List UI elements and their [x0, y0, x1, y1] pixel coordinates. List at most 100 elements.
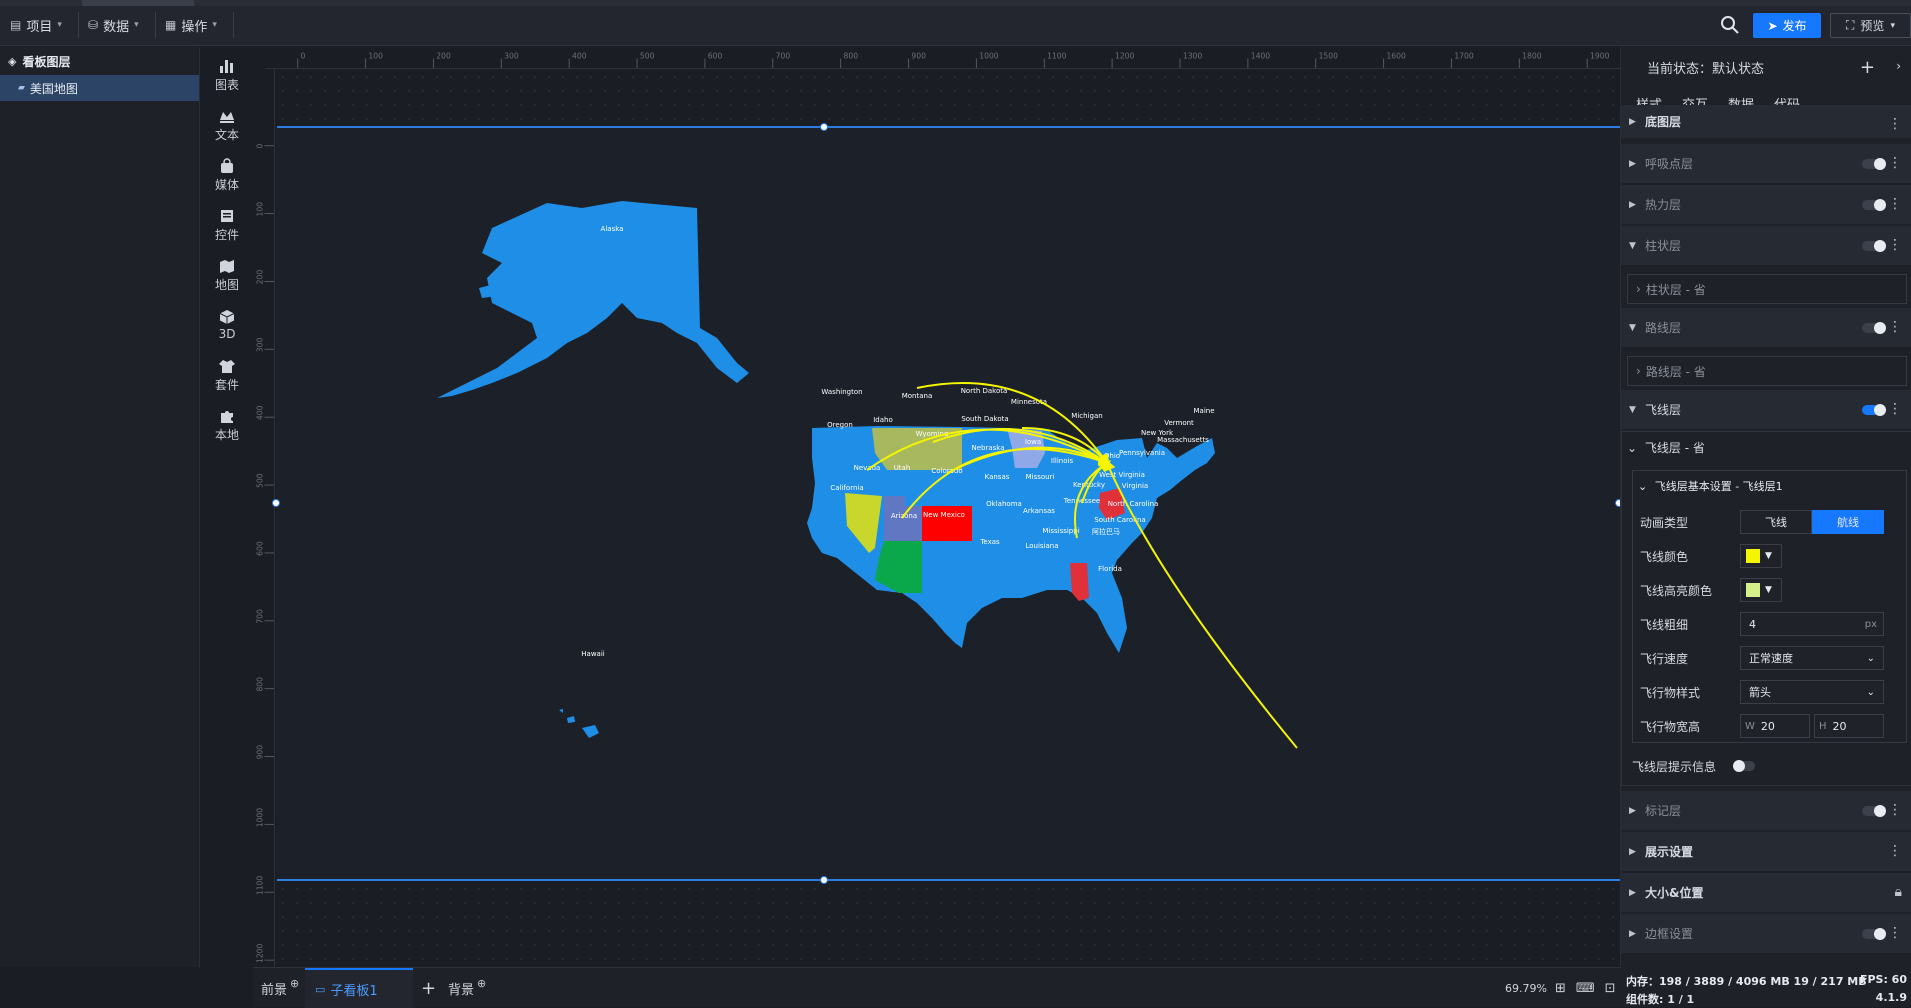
search-icon[interactable] [1718, 13, 1742, 37]
publish-button[interactable]: ➤ 发布 [1753, 13, 1821, 38]
tool-text[interactable]: 文本 [201, 103, 253, 147]
section-display-settings[interactable]: ▶ 展示设置 ⋮ [1621, 832, 1911, 872]
section-border-settings[interactable]: ▶ 边框设置 ⋮ [1621, 914, 1911, 954]
caret-down-icon: ▼ [1629, 240, 1636, 251]
subsection-route-province[interactable]: › 路线层 - 省 [1627, 356, 1907, 386]
operate-menu[interactable]: ▦ 操作 ▾ [165, 14, 217, 36]
fly-basic-header[interactable]: ⌄ 飞线层基本设置 - 飞线层1 [1638, 478, 1783, 494]
subsection-column-province[interactable]: › 柱状层 - 省 [1627, 274, 1907, 304]
section-label: 热力层 [1645, 198, 1682, 212]
chevron-down-icon: ▾ [212, 20, 217, 30]
resize-handle-bottom[interactable] [820, 876, 828, 884]
state-label: Arkansas [1023, 507, 1055, 515]
tab-foreground[interactable]: 前景 ⊕ [261, 968, 299, 1008]
layer-toggle[interactable] [1862, 404, 1886, 416]
lock-icon[interactable]: 🔒︎ [1895, 884, 1902, 900]
more-icon[interactable]: ⋮ [1888, 401, 1902, 417]
layer-toggle[interactable] [1862, 240, 1886, 252]
tab-background[interactable]: 背景 ⊕ [448, 968, 486, 1008]
more-icon[interactable]: ⋮ [1888, 196, 1902, 212]
more-icon[interactable]: ⋮ [1888, 116, 1902, 132]
map-board[interactable]: Alaska Hawaii Washington Montana North Dakot… [272, 123, 1623, 884]
add-circle-icon[interactable]: ⊕ [477, 977, 486, 990]
fly-height-size-input[interactable]: H 20 [1814, 714, 1884, 738]
tool-3d[interactable]: 3D [201, 303, 253, 347]
more-icon[interactable]: ⋮ [1888, 319, 1902, 335]
state-label: Mississippi [1042, 527, 1079, 535]
tool-local[interactable]: 本地 [201, 403, 253, 447]
fly-speed-select[interactable]: 正常速度 ⌄ [1740, 646, 1884, 670]
state-alaska[interactable] [437, 201, 749, 398]
tool-control[interactable]: 控件 [201, 203, 253, 247]
ruler-label: 800 [844, 51, 859, 60]
ruler-label: 400 [256, 405, 265, 420]
fly-width-size-input[interactable]: W 20 [1740, 714, 1810, 738]
state-label: Virginia [1122, 482, 1148, 490]
tool-map[interactable]: 地图 [201, 253, 253, 297]
tool-label: 媒体 [214, 177, 239, 192]
chevron-down-icon: ▾ [57, 20, 62, 30]
state-alabama[interactable] [1070, 563, 1089, 601]
layer-toggle[interactable] [1862, 158, 1886, 170]
tool-kit[interactable]: 套件 [201, 353, 253, 397]
fly-size-label: 飞行物宽高 [1640, 719, 1701, 734]
anim-option-fly[interactable]: 飞线 [1740, 510, 1812, 534]
section-fly-layer[interactable]: ▼ 飞线层 ⋮ [1621, 390, 1911, 430]
keyboard-icon[interactable]: ⌨ [1576, 981, 1595, 996]
more-icon[interactable]: ⋮ [1888, 925, 1902, 941]
fly-province-header[interactable]: ⌄ 飞线层 - 省 [1627, 439, 1705, 456]
zoom-level[interactable]: 69.79% [1505, 968, 1547, 1008]
section-base-layer[interactable]: ▶ 底图层 ⋮ [1621, 105, 1911, 139]
section-breath-layer[interactable]: ▶ 呼吸点层 ⋮ [1621, 144, 1911, 184]
resize-handle-top[interactable] [820, 123, 828, 131]
project-menu[interactable]: ▤ 项目 ▾ [10, 14, 62, 36]
data-menu[interactable]: ⛁ 数据 ▾ [88, 14, 139, 36]
tab-sub-board[interactable]: ▭ 子看板1 [305, 968, 413, 1008]
fly-tip-label: 飞线层提示信息 [1632, 760, 1717, 774]
tool-chart[interactable]: 图表 [201, 53, 253, 97]
section-column-layer[interactable]: ▼ 柱状层 ⋮ [1621, 226, 1911, 266]
more-icon[interactable]: ⋮ [1888, 237, 1902, 253]
ruler-label: 200 [436, 51, 451, 60]
tool-label: 本地 [214, 427, 239, 442]
fly-style-select[interactable]: 箭头 ⌄ [1740, 680, 1884, 704]
fly-color-picker[interactable]: ▼ [1740, 544, 1782, 568]
section-size-position[interactable]: ▶ 大小&位置 🔒︎ [1621, 873, 1911, 913]
terminal-icon[interactable]: ⊡ [1605, 981, 1616, 996]
fly-width-input[interactable]: 4 px [1740, 612, 1884, 636]
preview-button[interactable]: ⛶ 预览 ▾ [1830, 13, 1911, 38]
chevron-right-icon[interactable]: › [1896, 59, 1901, 73]
more-icon[interactable]: ⋮ [1888, 843, 1902, 859]
add-board-button[interactable]: + [421, 968, 436, 1008]
tool-media[interactable]: 媒体 [201, 153, 253, 197]
fit-screen-icon[interactable]: ⊞ [1555, 981, 1566, 996]
layer-toggle[interactable] [1862, 199, 1886, 211]
add-state-icon[interactable]: + [1860, 57, 1875, 78]
add-circle-icon[interactable]: ⊕ [290, 977, 299, 990]
state-label: New Mexico [923, 511, 965, 519]
state-label: South Dakota [961, 415, 1008, 423]
state-label: Florida [1098, 565, 1122, 573]
state-label: North Carolina [1108, 500, 1159, 508]
fly-highlight-picker[interactable]: ▼ [1740, 578, 1782, 602]
text-icon [220, 111, 234, 123]
section-marker-layer[interactable]: ▶ 标记层 ⋮ [1621, 791, 1911, 831]
more-icon[interactable]: ⋮ [1888, 802, 1902, 818]
us-map[interactable]: Alaska Hawaii Washington Montana North Dakot… [277, 128, 1620, 881]
menu-divider [78, 12, 79, 38]
fly-tip-toggle[interactable] [1733, 760, 1755, 772]
ruler-label: 800 [256, 677, 265, 692]
tab-label: 背景 [448, 982, 475, 998]
state-hawaii[interactable] [559, 709, 599, 738]
layer-toggle[interactable] [1862, 322, 1886, 334]
publish-label: 发布 [1782, 19, 1807, 33]
anim-option-route[interactable]: 航线 [1812, 510, 1884, 534]
section-heat-layer[interactable]: ▶ 热力层 ⋮ [1621, 185, 1911, 225]
layer-item-us-map[interactable]: ▰ 美国地图 [0, 75, 199, 101]
more-icon[interactable]: ⋮ [1888, 155, 1902, 171]
resize-handle-left[interactable] [272, 499, 280, 507]
color-swatch [1746, 583, 1760, 597]
layer-toggle[interactable] [1862, 928, 1886, 940]
section-route-layer[interactable]: ▼ 路线层 ⋮ [1621, 308, 1911, 348]
layer-toggle[interactable] [1862, 805, 1886, 817]
